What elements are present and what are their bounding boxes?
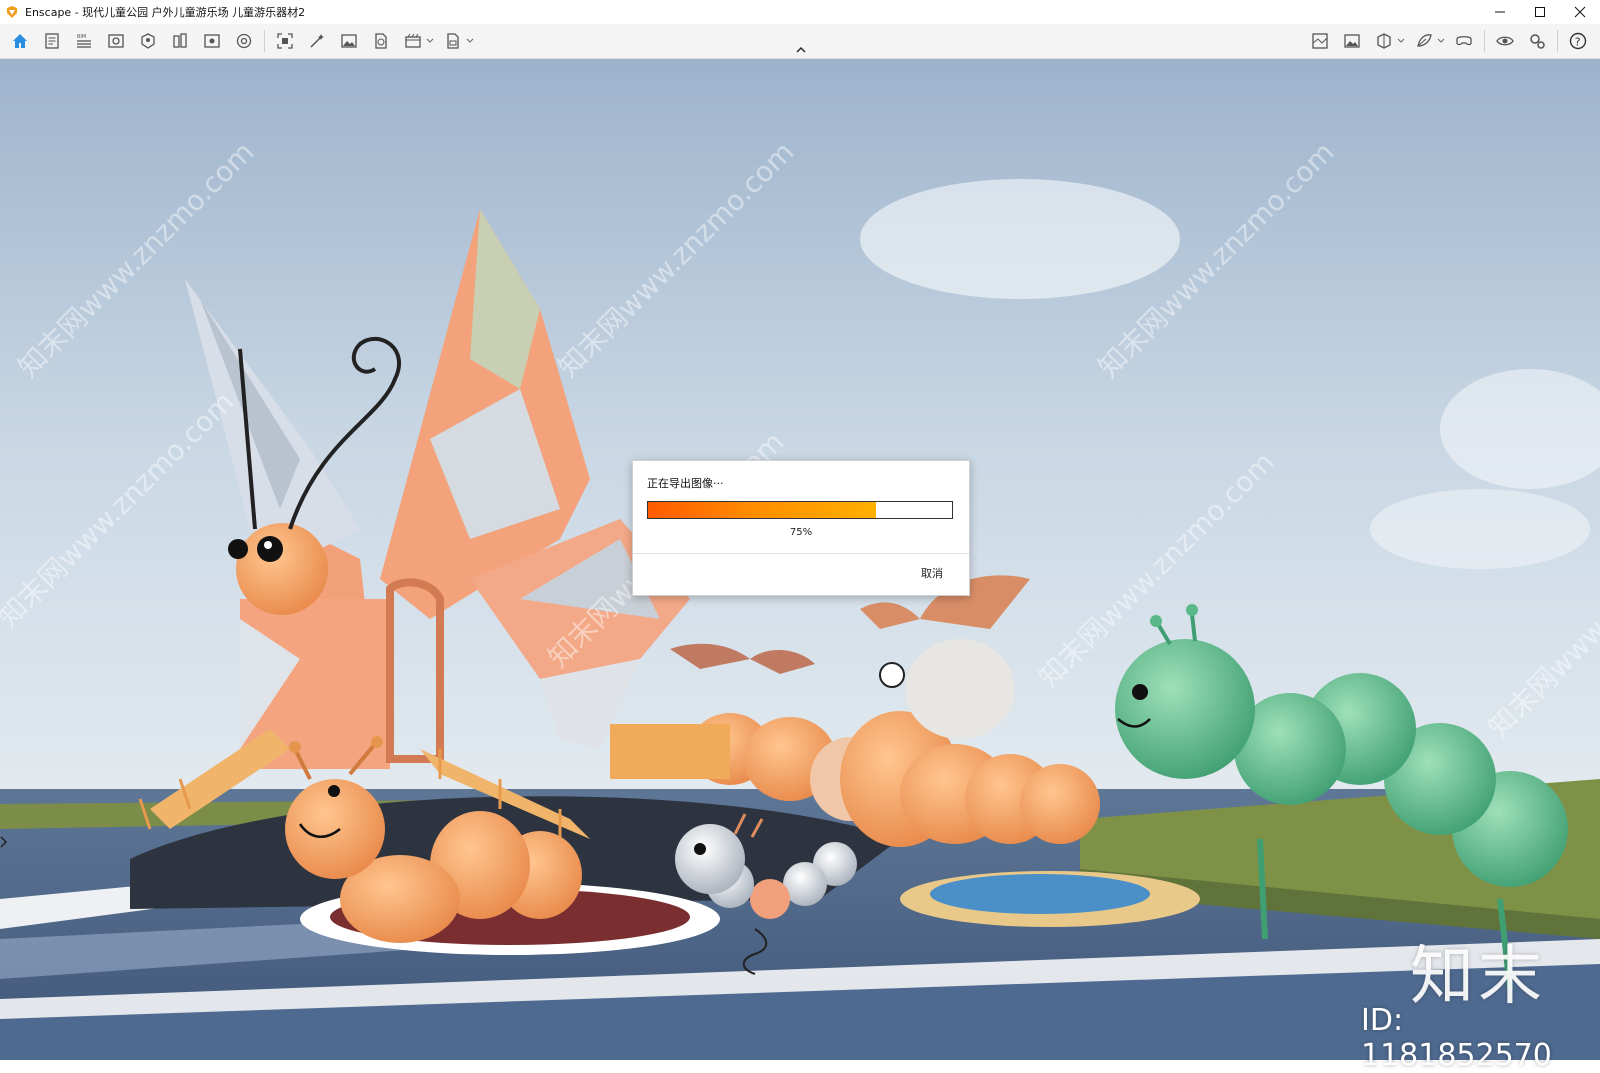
section-dropdown-chevron-icon[interactable]: [1396, 28, 1406, 54]
section-icon[interactable]: [1371, 28, 1397, 54]
progress-fill: [648, 502, 876, 518]
panorama-icon[interactable]: [368, 28, 394, 54]
views-manager-icon[interactable]: [199, 28, 225, 54]
close-icon[interactable]: [1560, 0, 1600, 24]
asset-library-icon[interactable]: [135, 28, 161, 54]
vr-headset-icon[interactable]: [1451, 28, 1477, 54]
collapse-toolbar-chevron-up-icon[interactable]: [793, 44, 809, 56]
bim-icon[interactable]: BIM: [71, 28, 97, 54]
image-id-watermark: ID: 1181852570: [1361, 1003, 1552, 1073]
export-dropdown-chevron-icon[interactable]: [465, 28, 475, 54]
progress-bar: [647, 501, 953, 519]
video-editor-icon[interactable]: [400, 28, 426, 54]
material-editor-icon[interactable]: [1411, 28, 1437, 54]
toolbar-separator: [1557, 30, 1558, 52]
screenshot-icon[interactable]: [272, 28, 298, 54]
svg-text:?: ?: [1575, 36, 1581, 49]
left-edge-arrow-icon[interactable]: [0, 834, 8, 848]
enscape-logo-icon: [4, 4, 20, 20]
title-bar: Enscape - 现代儿童公园 户外儿童游乐场 儿童游乐器材2: [0, 0, 1600, 25]
material-editor-dropdown-chevron-icon[interactable]: [1436, 28, 1446, 54]
map-icon[interactable]: [1307, 28, 1333, 54]
atmosphere-icon[interactable]: [231, 28, 257, 54]
dialog-title: 正在导出图像···: [647, 477, 724, 490]
maximize-icon[interactable]: [1520, 0, 1560, 24]
svg-text:BIM: BIM: [77, 34, 86, 40]
image-settings-icon[interactable]: [1339, 28, 1365, 54]
dialog-divider: [633, 553, 969, 554]
materials-icon[interactable]: [167, 28, 193, 54]
minimize-icon[interactable]: [1480, 0, 1520, 24]
home-icon[interactable]: [7, 28, 33, 54]
batch-render-icon[interactable]: [304, 28, 330, 54]
image-icon[interactable]: [336, 28, 362, 54]
toolbar-separator: [1484, 30, 1485, 52]
help-icon[interactable]: ?: [1565, 28, 1591, 54]
view-icon[interactable]: [103, 28, 129, 54]
visual-settings-icon[interactable]: [1492, 28, 1518, 54]
cancel-button[interactable]: 取消: [921, 565, 943, 581]
progress-percent-label: 75%: [789, 527, 813, 538]
export-progress-dialog: 正在导出图像··· 75% 取消: [632, 460, 970, 596]
document-icon[interactable]: [39, 28, 65, 54]
window-title: Enscape - 现代儿童公园 户外儿童游乐场 儿童游乐器材2: [25, 6, 306, 19]
video-editor-dropdown-chevron-icon[interactable]: [425, 28, 435, 54]
toolbar-separator: [264, 30, 265, 52]
export-icon[interactable]: [440, 28, 466, 54]
general-settings-icon[interactable]: [1524, 28, 1550, 54]
